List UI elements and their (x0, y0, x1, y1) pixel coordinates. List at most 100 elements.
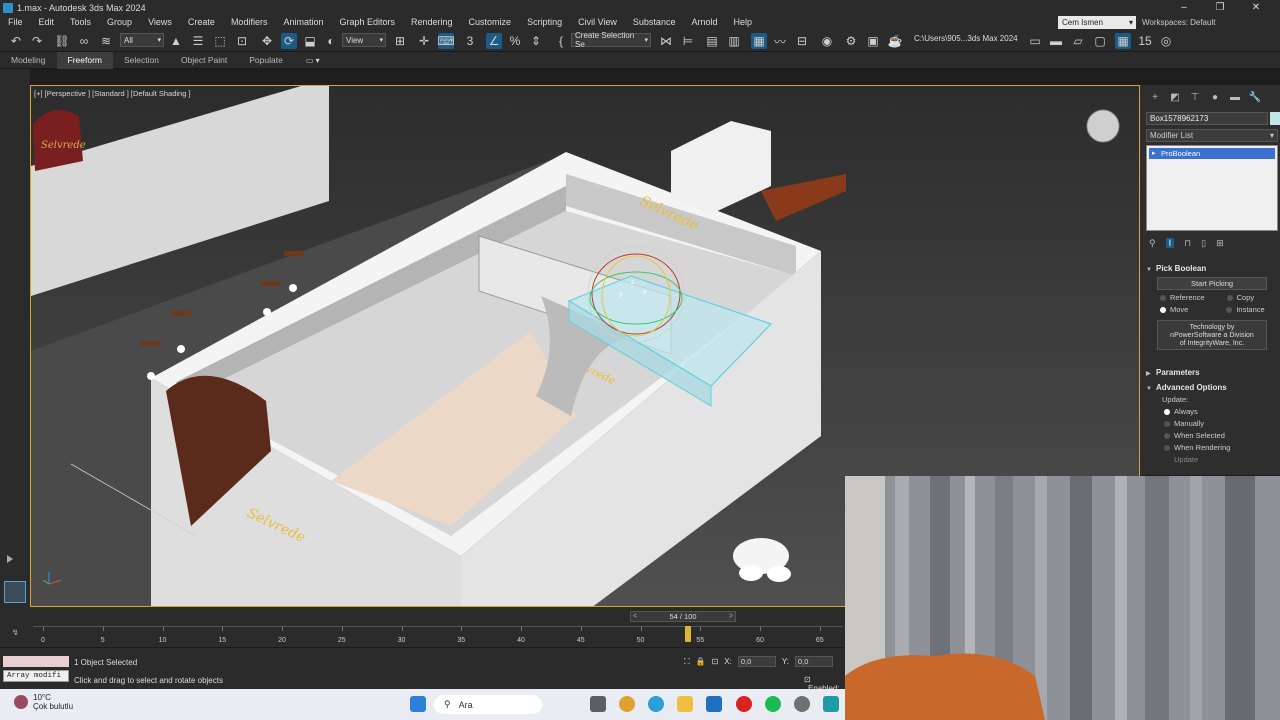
task-view-icon[interactable] (590, 696, 606, 712)
layer-icon[interactable]: ▱ (1070, 33, 1086, 49)
utilities-tab-icon[interactable]: 🔧 (1248, 92, 1262, 104)
when-selected-radio[interactable]: When Selected (1164, 430, 1278, 442)
layer-explorer-icon[interactable]: ▥ (726, 33, 742, 49)
window-crossing-icon[interactable]: ⊡ (234, 33, 250, 49)
lock-selection-icon[interactable]: 🔒 (696, 657, 706, 666)
spinner-snap-icon[interactable]: ⇕ (528, 33, 544, 49)
unlink-icon[interactable]: ∞ (76, 33, 92, 49)
start-picking-button[interactable]: Start Picking (1157, 277, 1267, 290)
menu-views[interactable]: Views (140, 15, 180, 30)
pick-boolean-header[interactable]: ▼ Pick Boolean (1146, 262, 1278, 275)
menu-edit[interactable]: Edit (31, 15, 63, 30)
link-icon[interactable]: ⛓ (54, 33, 70, 49)
mail-icon[interactable] (706, 696, 722, 712)
minimize-button[interactable]: – (1166, 0, 1202, 15)
time-slider[interactable]: < 54 / 100 > (630, 611, 736, 622)
menu-customize[interactable]: Customize (461, 15, 520, 30)
start-icon[interactable] (410, 696, 426, 712)
spotify-icon[interactable] (765, 696, 781, 712)
edit-named-selection-icon[interactable]: { (553, 33, 569, 49)
render-setup-icon[interactable]: ⚙ (843, 33, 859, 49)
x-coord-field[interactable]: 0,0 (737, 656, 776, 667)
tab-modeling[interactable]: Modeling (0, 52, 57, 69)
user-account-dropdown[interactable]: Cem Ismen ▾ (1058, 16, 1136, 29)
named-selection-dropdown[interactable]: Create Selection Se ▾ (571, 31, 651, 49)
move-radio[interactable]: Move (1160, 305, 1188, 314)
opera-icon[interactable] (736, 696, 752, 712)
menu-file[interactable]: File (0, 15, 31, 30)
material-editor-icon[interactable]: ◉ (819, 33, 835, 49)
chrome-icon[interactable] (619, 696, 635, 712)
object-name-field[interactable]: Box1578962173 (1146, 112, 1268, 125)
frame-icon[interactable]: 15 (1137, 33, 1153, 49)
menu-rendering[interactable]: Rendering (403, 15, 461, 30)
angle-snap-icon[interactable]: ∠ (486, 33, 502, 49)
3dsmax-taskbar-icon[interactable] (823, 696, 839, 712)
select-object-icon[interactable]: ▲ (168, 33, 184, 49)
menu-scripting[interactable]: Scripting (519, 15, 570, 30)
advanced-options-header[interactable]: ▼ Advanced Options (1146, 381, 1278, 394)
adaptive-icon[interactable]: ⊡ (804, 675, 811, 684)
place-icon[interactable]: ◐ (323, 33, 339, 49)
modify-tab-icon[interactable]: ◩ (1168, 92, 1182, 104)
menu-civil-view[interactable]: Civil View (570, 15, 625, 30)
pin-stack-icon[interactable]: ⚲ (1149, 238, 1156, 249)
stack-item-proboolean[interactable]: ▸ ProBoolean (1149, 148, 1275, 159)
schematic-view-icon[interactable]: ⊟ (794, 33, 810, 49)
move-icon[interactable]: ✥ (259, 33, 275, 49)
select-manipulate-icon[interactable]: ✛ (416, 33, 432, 49)
hierarchy-tab-icon[interactable]: ⊤ (1188, 92, 1202, 104)
display-tab-icon[interactable]: ▬ (1228, 92, 1242, 104)
menu-create[interactable]: Create (180, 15, 223, 30)
close-button[interactable]: ✕ (1238, 0, 1274, 15)
hide-icon[interactable]: ▢ (1092, 33, 1108, 49)
create-tab-icon[interactable]: + (1148, 92, 1162, 104)
weather-widget[interactable]: 10°C Çok bulutlu (14, 693, 73, 711)
save-icon[interactable]: ▬ (1048, 33, 1064, 49)
menu-graph-editors[interactable]: Graph Editors (331, 15, 403, 30)
edge-icon[interactable] (648, 696, 664, 712)
bind-space-warp-icon[interactable]: ≋ (98, 33, 114, 49)
percent-snap-icon[interactable]: % (507, 33, 523, 49)
selection-filter-dropdown[interactable]: All ▾ (120, 33, 164, 47)
toggle-ribbon-icon[interactable]: ▦ (751, 33, 767, 49)
pivot-center-icon[interactable]: ⊞ (392, 33, 408, 49)
rendered-frame-icon[interactable]: ▣ (865, 33, 881, 49)
menu-tools[interactable]: Tools (62, 15, 99, 30)
instance-radio[interactable]: Instance (1226, 305, 1265, 314)
expand-triangle-icon[interactable]: ▸ (1152, 148, 1156, 159)
track-toggle-icon[interactable]: ↯ (12, 628, 19, 637)
menu-group[interactable]: Group (99, 15, 140, 30)
settings-icon[interactable] (794, 696, 810, 712)
restore-button[interactable]: ❐ (1202, 0, 1238, 15)
motion-tab-icon[interactable]: ● (1208, 92, 1222, 104)
copy-radio[interactable]: Copy (1226, 293, 1254, 302)
viewcube-icon[interactable] (1086, 109, 1120, 143)
next-frame-icon[interactable]: > (729, 612, 733, 621)
tab-populate[interactable]: Populate (238, 52, 294, 69)
curve-editor-icon[interactable]: 〰 (772, 33, 788, 49)
maxscript-mini-listener[interactable]: Array modifi (3, 670, 69, 682)
isolate-selection-icon[interactable]: ⛶ (684, 657, 690, 667)
absolute-mode-icon[interactable]: ⊡ (712, 657, 719, 666)
scale-icon[interactable]: ⬓ (302, 33, 318, 49)
mirror-icon[interactable]: ⋈ (658, 33, 674, 49)
manually-radio[interactable]: Manually (1164, 418, 1278, 430)
menu-modifiers[interactable]: Modifiers (223, 15, 276, 30)
redo-icon[interactable]: ↷ (29, 33, 45, 49)
prev-frame-icon[interactable]: < (633, 612, 637, 621)
select-by-name-icon[interactable]: ☰ (190, 33, 206, 49)
orbit-icon[interactable]: ◎ (1158, 33, 1174, 49)
remove-modifier-icon[interactable]: ▯ (1201, 238, 1206, 249)
when-rendering-radio[interactable]: When Rendering (1164, 442, 1278, 454)
viewport-layout-icon[interactable]: ▦ (1115, 33, 1131, 49)
undo-icon[interactable]: ↶ (8, 33, 24, 49)
show-end-result-icon[interactable]: I (1165, 238, 1175, 248)
object-color-swatch[interactable] (1270, 112, 1280, 125)
menu-help[interactable]: Help (725, 15, 760, 30)
menu-arnold[interactable]: Arnold (683, 15, 725, 30)
configure-sets-icon[interactable]: ⊞ (1216, 238, 1224, 249)
always-radio[interactable]: Always (1164, 406, 1278, 418)
rect-selection-icon[interactable]: ⬚ (212, 33, 228, 49)
menu-substance[interactable]: Substance (625, 15, 684, 30)
